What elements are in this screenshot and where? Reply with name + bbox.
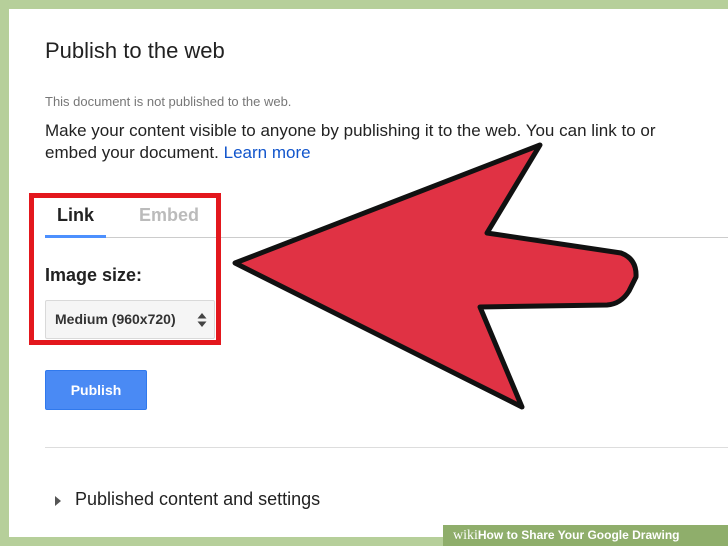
description-line-1: Make your content visible to anyone by p… [45,121,656,140]
image-size-selected-value: Medium (960x720) [55,311,176,327]
tab-embed[interactable]: Embed [139,204,199,235]
wikihow-watermark: wikiHow to Share Your Google Drawing [443,525,728,546]
learn-more-link[interactable]: Learn more [224,143,311,162]
tab-bar: Link Embed [45,204,728,238]
dialog-title: Publish to the web [45,38,225,63]
description-line-2: embed your document. [45,143,219,162]
tab-link-label: Link [56,205,94,225]
published-content-label: Published content and settings [75,489,321,509]
publish-button[interactable]: Publish [45,370,147,410]
image-size-label: Image size: [45,265,143,285]
watermark-brand-wiki: wiki [453,528,478,543]
dialog-frame: Publish to the web This document is not … [9,9,728,537]
tab-link[interactable]: Link [45,204,106,238]
section-divider [45,447,728,448]
watermark-brand-how: How [477,528,504,542]
watermark-title: to Share Your Google Drawing [503,528,680,542]
dialog-description: Make your content visible to anyone by p… [45,120,728,164]
publish-status-text: This document is not published to the we… [45,94,292,109]
tab-embed-label: Embed [139,205,200,225]
triangle-right-icon [55,496,61,506]
sort-up-down-icon [197,313,207,327]
image-size-select[interactable]: Medium (960x720) [45,300,215,339]
